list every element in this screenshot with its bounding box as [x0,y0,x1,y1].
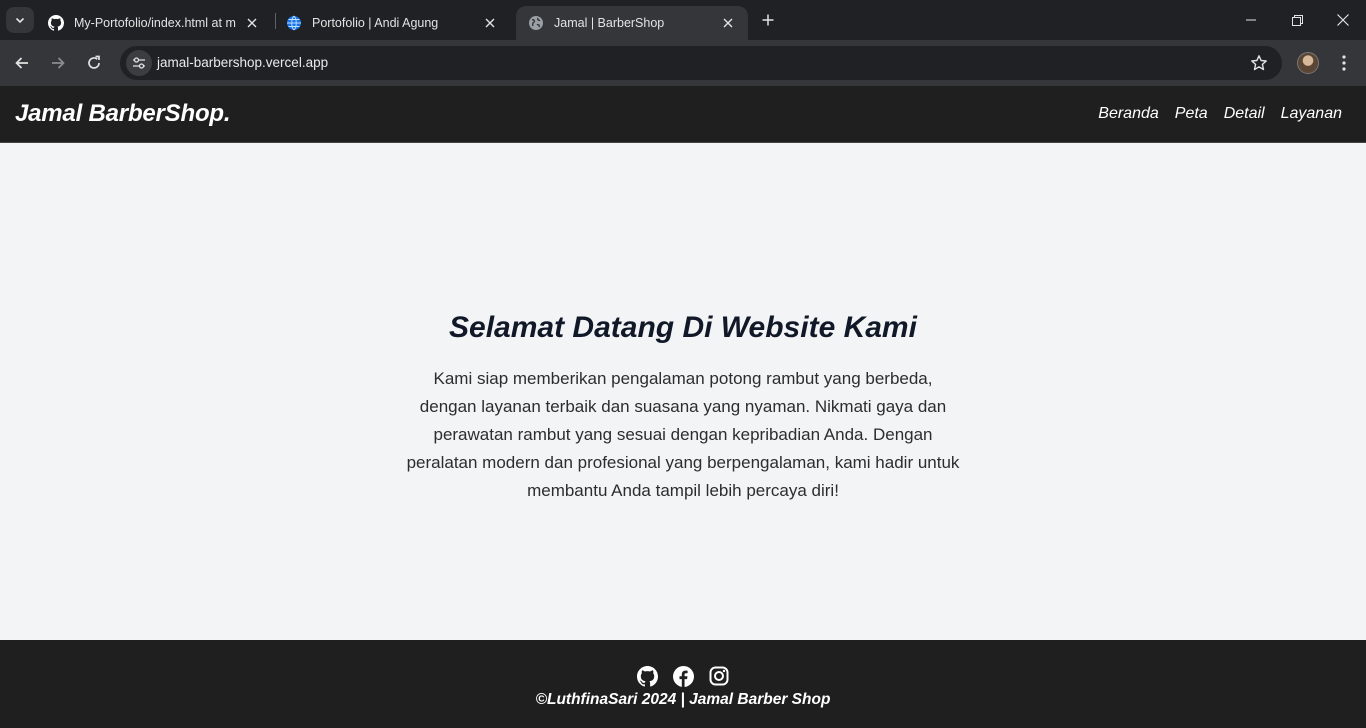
plus-icon [762,14,774,26]
minimize-icon [1246,19,1256,21]
back-button[interactable] [10,51,34,75]
close-icon [1337,14,1349,26]
instagram-icon[interactable] [708,665,730,687]
browser-toolbar: jamal-barbershop.vercel.app [0,40,1366,86]
tab-title: Portofolio | Andi Agung [312,16,439,30]
close-window-button[interactable] [1320,0,1366,40]
restore-icon [1291,14,1303,26]
browser-tab-strip: My-Portofolio/index.html at ma Portofoli… [0,0,1366,40]
brand-logo[interactable]: Jamal BarberShop. [15,100,231,128]
restore-button[interactable] [1274,0,1320,40]
site-header: Jamal BarberShop. Beranda Peta Detail La… [0,86,1366,143]
footer-copyright: ©LuthfinaSari 2024 | Jamal Barber Shop [535,691,831,708]
reload-icon [88,55,100,69]
reload-button[interactable] [82,51,106,75]
close-icon[interactable] [482,15,498,31]
tab-search-button[interactable] [6,7,34,33]
social-links [0,665,1366,687]
hero-description: Kami siap memberikan pengalaman potong r… [406,369,960,500]
arrow-right-icon [52,57,65,69]
hero-section: Selamat Datang Di Website Kami Kami siap… [0,143,1366,640]
tab-title: Jamal | BarberShop [554,16,665,30]
close-icon[interactable] [720,15,736,31]
new-tab-button[interactable] [758,10,778,30]
chevron-down-icon [15,17,25,24]
minimize-button[interactable] [1228,0,1274,40]
browser-menu-button[interactable] [1336,52,1352,74]
tab-portofolio[interactable]: Portofolio | Andi Agung [274,6,510,40]
tune-icon [133,57,145,69]
github-icon[interactable] [636,665,658,687]
forward-button[interactable] [46,51,70,75]
tab-jamal-barbershop[interactable]: Jamal | BarberShop [516,6,748,40]
site-footer: ©LuthfinaSari 2024 | Jamal Barber Shop [0,640,1366,728]
nav-link-layanan[interactable]: Layanan [1281,105,1342,123]
arrow-left-icon [15,57,28,69]
profile-avatar[interactable] [1297,52,1319,74]
tab-github[interactable]: My-Portofolio/index.html at ma [36,6,272,40]
more-vert-icon [1342,55,1346,71]
site-info-button[interactable] [126,50,152,76]
nav-link-peta[interactable]: Peta [1175,105,1208,123]
address-bar[interactable]: jamal-barbershop.vercel.app [120,46,1282,80]
url-text[interactable]: jamal-barbershop.vercel.app [157,55,328,70]
nav-link-detail[interactable]: Detail [1224,105,1265,123]
facebook-icon[interactable] [672,665,694,687]
close-icon[interactable] [244,15,260,31]
tab-title: My-Portofolio/index.html at ma [74,16,236,30]
github-icon [48,15,64,31]
nav-link-beranda[interactable]: Beranda [1098,105,1159,123]
globe-icon [286,15,302,31]
bookmark-star-icon[interactable] [1250,54,1268,72]
hero-title: Selamat Datang Di Website Kami [449,311,917,344]
main-nav: Beranda Peta Detail Layanan [1098,105,1342,123]
globe-icon [528,15,544,31]
